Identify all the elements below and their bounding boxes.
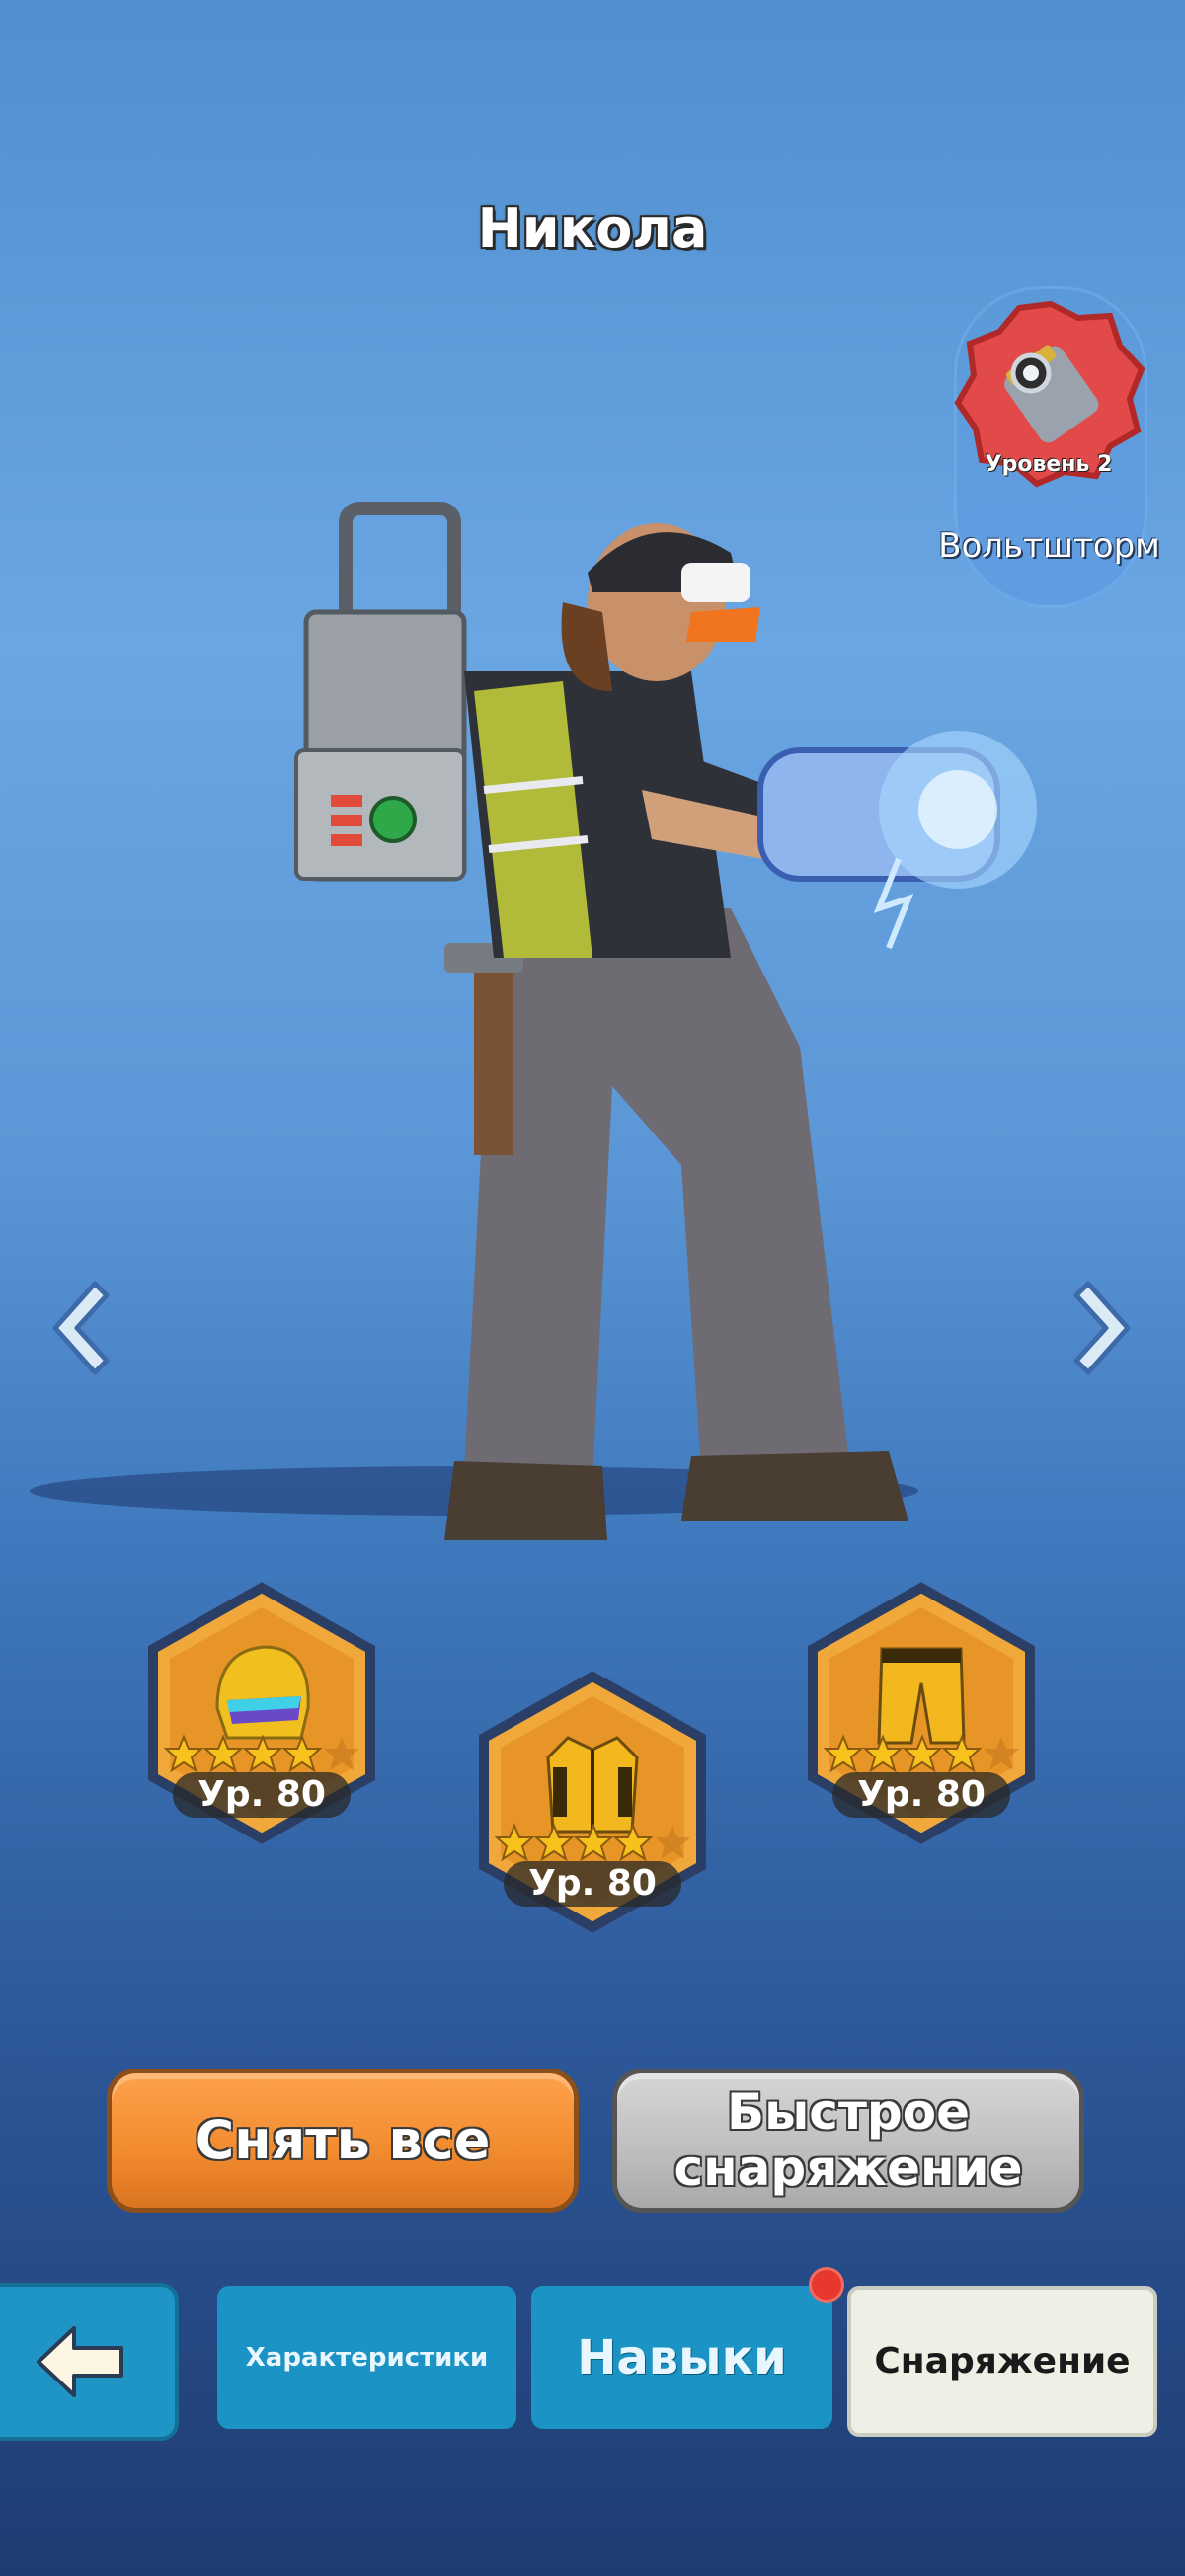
helmet-icon — [215, 1645, 310, 1740]
back-arrow-icon — [36, 2326, 123, 2397]
equipment-level: Ур. 80 — [832, 1772, 1010, 1818]
equipment-level: Ур. 80 — [504, 1861, 681, 1907]
hero-model — [294, 502, 1037, 1540]
tab-gear[interactable]: Снаряжение — [847, 2286, 1157, 2437]
quick-equip-button[interactable]: Быстрое снаряжение — [612, 2069, 1084, 2213]
equipment-slot-helmet[interactable]: Ур. 80 — [138, 1580, 385, 1856]
tab-skills[interactable]: Навыки — [531, 2286, 832, 2429]
stars-rating — [824, 1734, 1019, 1773]
next-hero-arrow[interactable] — [1066, 1274, 1146, 1382]
stars-rating — [495, 1823, 690, 1862]
weapon-level: Уровень 2 — [985, 452, 1113, 477]
hero-name: Никола — [477, 197, 708, 260]
quick-equip-label-line1: Быстрое — [726, 2082, 970, 2141]
equipment-slot-jacket[interactable]: Ур. 80 — [469, 1669, 716, 1945]
tab-stats[interactable]: Характеристики — [217, 2286, 516, 2429]
notification-dot — [809, 2267, 844, 2303]
stars-rating — [164, 1734, 359, 1773]
quick-equip-label-line2: снаряжение — [673, 2140, 1023, 2197]
equipment-level: Ур. 80 — [173, 1772, 351, 1818]
previous-hero-arrow[interactable] — [38, 1274, 117, 1382]
back-button[interactable] — [0, 2283, 179, 2441]
equipment-slot-pants[interactable]: Ур. 80 — [798, 1580, 1045, 1856]
pants-icon — [877, 1647, 966, 1745]
remove-all-button[interactable]: Снять все — [107, 2069, 579, 2213]
jacket-icon — [546, 1736, 639, 1834]
